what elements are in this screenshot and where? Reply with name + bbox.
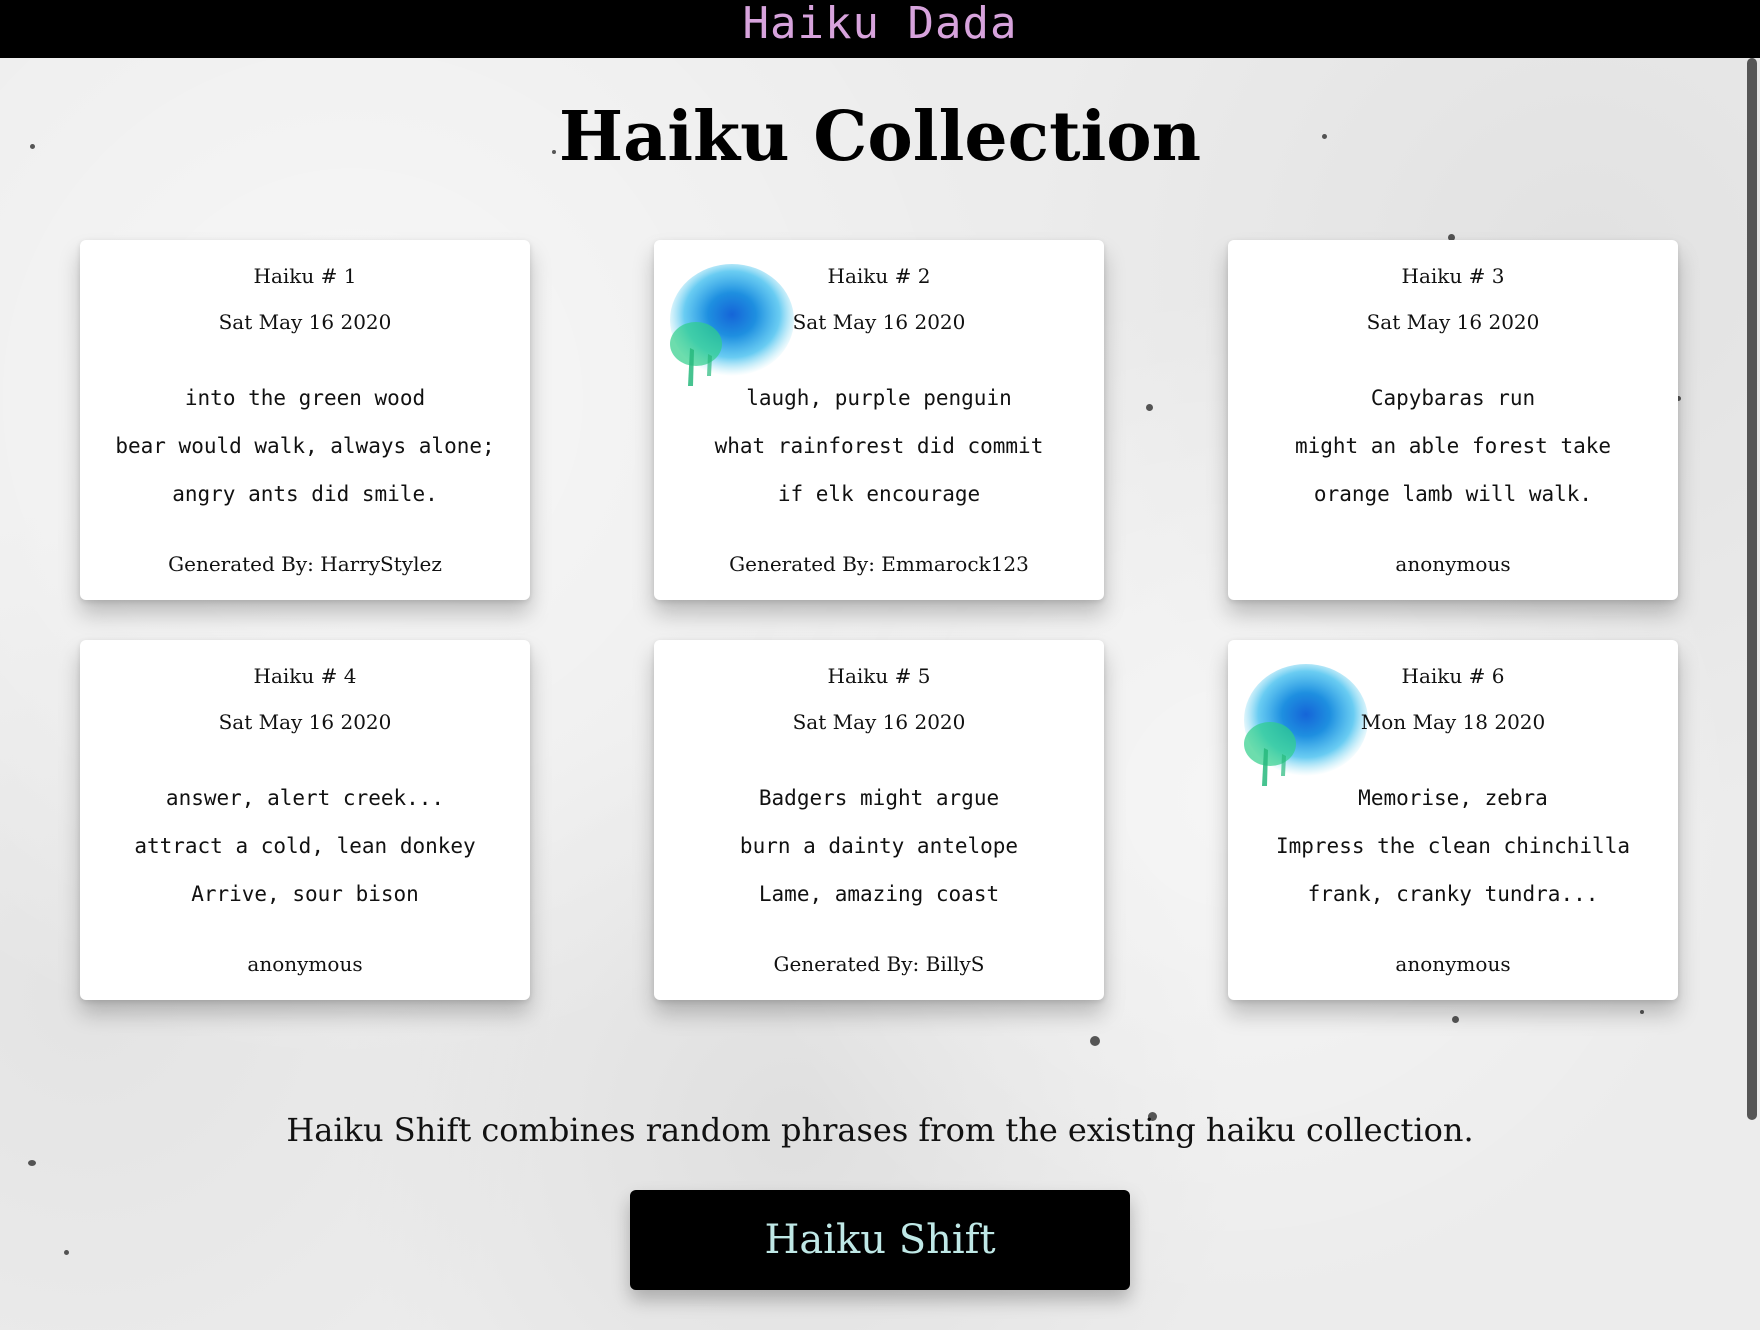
haiku-author: anonymous	[1395, 552, 1511, 576]
haiku-date: Sat May 16 2020	[792, 710, 966, 734]
haiku-lines: Capybaras run might an able forest take …	[1228, 374, 1678, 518]
haiku-line: laugh, purple penguin	[746, 386, 1012, 410]
page-title: Haiku Collection	[558, 97, 1202, 177]
haiku-line: Badgers might argue	[758, 786, 1000, 810]
haiku-lines: answer, alert creek... attract a cold, l…	[80, 774, 530, 918]
haiku-number: Haiku # 3	[1401, 264, 1505, 288]
haiku-number: Haiku # 1	[253, 264, 357, 288]
haiku-author: anonymous	[1395, 952, 1511, 976]
bg-speck	[1146, 404, 1153, 411]
haiku-card: Haiku # 5 Sat May 16 2020 Badgers might …	[654, 640, 1104, 1000]
haiku-date: Sat May 16 2020	[1366, 310, 1540, 334]
haiku-line: bear would walk, always alone;	[115, 434, 495, 458]
haiku-card: Haiku # 3 Sat May 16 2020 Capybaras run …	[1228, 240, 1678, 600]
haiku-author: Generated By: Emmarock123	[729, 552, 1029, 576]
haiku-lines: into the green wood bear would walk, alw…	[80, 374, 530, 518]
haiku-line: burn a dainty antelope	[739, 834, 1019, 858]
bg-speck	[1452, 1016, 1459, 1023]
haiku-line: into the green wood	[184, 386, 426, 410]
haiku-card: Haiku # 2 Sat May 16 2020 laugh, purple …	[654, 240, 1104, 600]
haiku-shift-button[interactable]: Haiku Shift	[630, 1190, 1130, 1290]
haiku-line: what rainforest did commit	[714, 434, 1044, 458]
haiku-date: Mon May 18 2020	[1360, 710, 1546, 734]
bg-speck	[1090, 1036, 1100, 1046]
shift-description: Haiku Shift combines random phrases from…	[286, 1111, 1474, 1149]
haiku-number: Haiku # 5	[827, 664, 931, 688]
haiku-line: Lame, amazing coast	[758, 882, 1000, 906]
haiku-line: Impress the clean chinchilla	[1275, 834, 1630, 858]
haiku-line: Arrive, sour bison	[191, 882, 419, 906]
haiku-line: Memorise, zebra	[1358, 786, 1548, 810]
haiku-number: Haiku # 6	[1401, 664, 1505, 688]
haiku-lines: Badgers might argue burn a dainty antelo…	[654, 774, 1104, 918]
haiku-lines: Memorise, zebra Impress the clean chinch…	[1228, 774, 1678, 918]
haiku-card: Haiku # 4 Sat May 16 2020 answer, alert …	[80, 640, 530, 1000]
haiku-line: if elk encourage	[777, 482, 981, 506]
haiku-author: Generated By: HarryStylez	[168, 552, 442, 576]
haiku-line: angry ants did smile.	[172, 482, 438, 506]
bg-speck	[28, 1160, 36, 1166]
haiku-line: might an able forest take	[1294, 434, 1612, 458]
bg-speck	[64, 1250, 69, 1255]
haiku-card: Haiku # 6 Mon May 18 2020 Memorise, zebr…	[1228, 640, 1678, 1000]
haiku-date: Sat May 16 2020	[218, 310, 392, 334]
haiku-line: answer, alert creek...	[165, 786, 445, 810]
haiku-line: orange lamb will walk.	[1313, 482, 1593, 506]
haiku-number: Haiku # 2	[827, 264, 931, 288]
haiku-author: anonymous	[247, 952, 363, 976]
haiku-number: Haiku # 4	[253, 664, 357, 688]
haiku-author: Generated By: BillyS	[773, 952, 985, 976]
haiku-date: Sat May 16 2020	[218, 710, 392, 734]
haiku-line: attract a cold, lean donkey	[134, 834, 476, 858]
haiku-lines: laugh, purple penguin what rainforest di…	[654, 374, 1104, 518]
haiku-card: Haiku # 1 Sat May 16 2020 into the green…	[80, 240, 530, 600]
scrollbar-thumb[interactable]	[1747, 58, 1757, 1120]
haiku-date: Sat May 16 2020	[792, 310, 966, 334]
brand-title[interactable]: Haiku Dada	[743, 0, 1018, 53]
top-bar: Haiku Dada	[0, 0, 1760, 58]
haiku-line: Capybaras run	[1370, 386, 1536, 410]
bg-speck	[1640, 1010, 1644, 1014]
haiku-line: frank, cranky tundra...	[1307, 882, 1599, 906]
